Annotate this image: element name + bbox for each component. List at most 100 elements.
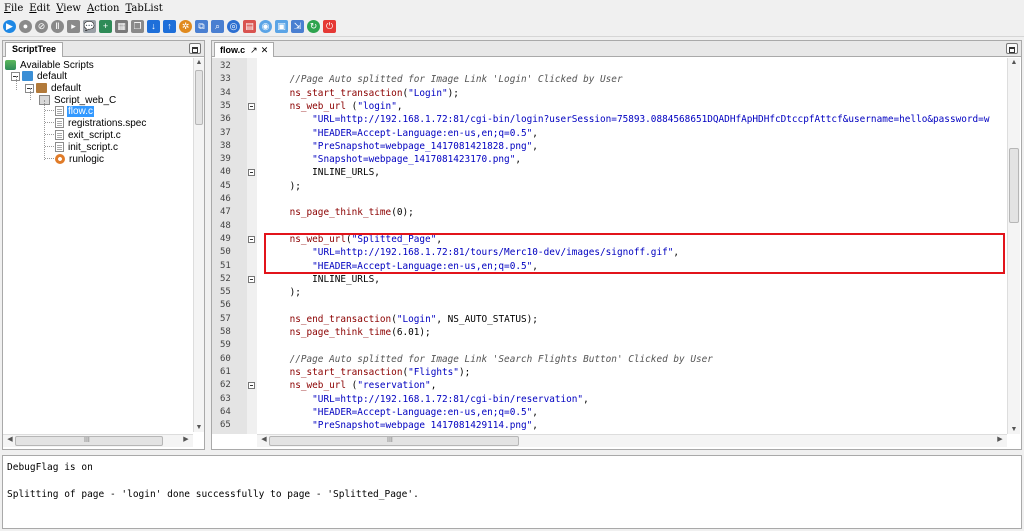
code-line[interactable]: 62 ns_web_url ("reservation", bbox=[212, 379, 1007, 392]
tree-item[interactable]: runlogic bbox=[55, 153, 105, 165]
code-line[interactable]: 33 //Page Auto splitted for Image Link '… bbox=[212, 73, 1007, 86]
code-line[interactable]: 63 "URL=http://192.168.1.72:81/cgi-bin/r… bbox=[212, 393, 1007, 406]
scroll-thumb[interactable] bbox=[195, 70, 203, 125]
line-number: 60 bbox=[220, 353, 231, 364]
scroll-thumb[interactable]: III bbox=[15, 436, 163, 446]
code-line[interactable]: 48 bbox=[212, 220, 1007, 233]
fold-toggle-icon[interactable] bbox=[248, 235, 255, 243]
maximize-panel-button[interactable] bbox=[1006, 43, 1018, 54]
code-line[interactable]: 55 ); bbox=[212, 286, 1007, 299]
code-line[interactable]: 57 ns_end_transaction("Login", NS_AUTO_S… bbox=[212, 313, 1007, 326]
settings-icon[interactable]: ✲ bbox=[179, 20, 192, 33]
scroll-right-arrow-icon[interactable]: ▶ bbox=[995, 435, 1005, 443]
target-icon[interactable]: ◎ bbox=[227, 20, 240, 33]
scroll-left-arrow-icon[interactable]: ◀ bbox=[5, 435, 15, 443]
step-icon[interactable]: ▸ bbox=[67, 20, 80, 33]
export-icon[interactable]: ⇲ bbox=[291, 20, 304, 33]
document-icon[interactable]: ▤ bbox=[243, 20, 256, 33]
menu-edit[interactable]: Edit bbox=[29, 3, 50, 14]
scroll-down-arrow-icon[interactable]: ▼ bbox=[1008, 426, 1020, 433]
code-line[interactable]: 52 INLINE_URLS, bbox=[212, 273, 1007, 286]
grid-icon[interactable]: ▦ bbox=[115, 20, 128, 33]
code-text: INLINE_URLS, bbox=[267, 166, 380, 179]
code-line[interactable]: 35 ns_web_url ("login", bbox=[212, 100, 1007, 113]
disk-icon[interactable]: ▣ bbox=[275, 20, 288, 33]
code-line[interactable]: 36 "URL=http://192.168.1.72:81/cgi-bin/l… bbox=[212, 113, 1007, 126]
add-icon[interactable]: + bbox=[99, 20, 112, 33]
line-number: 61 bbox=[220, 366, 231, 377]
fold-toggle-icon[interactable] bbox=[248, 275, 255, 283]
fold-toggle-icon[interactable] bbox=[248, 169, 255, 177]
minimize-panel-button[interactable] bbox=[189, 43, 201, 54]
editor-horizontal-scrollbar[interactable]: ◀ III ▶ bbox=[257, 434, 1007, 447]
fold-toggle-icon[interactable] bbox=[248, 382, 255, 390]
code-line[interactable]: 45 ); bbox=[212, 180, 1007, 193]
scroll-down-arrow-icon[interactable]: ▼ bbox=[194, 424, 204, 431]
code-line[interactable]: 37 "HEADER=Accept-Language:en-us,en;q=0.… bbox=[212, 127, 1007, 140]
tab-flow-c[interactable]: flow.c ↗ ✕ bbox=[214, 42, 275, 57]
code-text: "PreSnapshot=webpage_1417081421828.png", bbox=[267, 140, 538, 153]
menu-tablist[interactable]: TabList bbox=[125, 3, 162, 14]
move-up-icon[interactable]: ↑ bbox=[163, 20, 176, 33]
tree-item[interactable]: registrations.spec bbox=[55, 117, 147, 129]
code-line[interactable]: 38 "PreSnapshot=webpage_1417081421828.pn… bbox=[212, 140, 1007, 153]
comment-icon[interactable]: 💬 bbox=[83, 20, 96, 33]
menu-view[interactable]: View bbox=[56, 3, 81, 14]
power-icon[interactable]: ⏻ bbox=[323, 20, 336, 33]
scroll-right-arrow-icon[interactable]: ▶ bbox=[181, 435, 191, 443]
code-token: ); bbox=[447, 87, 459, 99]
editor-vertical-scrollbar[interactable]: ▲ ▼ bbox=[1007, 58, 1020, 434]
line-number: 62 bbox=[220, 380, 231, 391]
menu-file[interactable]: File bbox=[4, 3, 23, 14]
pin-icon[interactable]: ↗ bbox=[250, 44, 258, 57]
line-number: 45 bbox=[220, 180, 231, 191]
tree-vertical-scrollbar[interactable]: ▲ ▼ bbox=[193, 58, 204, 432]
code-line[interactable]: 40 INLINE_URLS, bbox=[212, 166, 1007, 179]
tree-item[interactable]: default bbox=[11, 70, 68, 82]
code-line[interactable]: 46 bbox=[212, 193, 1007, 206]
fold-toggle-icon[interactable] bbox=[248, 102, 255, 110]
stop-icon[interactable]: ⊘ bbox=[35, 20, 48, 33]
code-line[interactable]: 47 ns_page_think_time(0); bbox=[212, 206, 1007, 219]
line-number: 38 bbox=[220, 140, 231, 151]
code-line[interactable]: 59 bbox=[212, 339, 1007, 352]
pause-icon[interactable]: Ⅱ bbox=[51, 20, 64, 33]
copy-icon[interactable]: ❐ bbox=[131, 20, 144, 33]
line-number: 39 bbox=[220, 154, 231, 165]
code-line[interactable]: 65 "PreSnapshot=webpage 1417081429114.pn… bbox=[212, 419, 1007, 432]
tree-item[interactable]: exit_script.c bbox=[55, 129, 122, 141]
tree-horizontal-scrollbar[interactable]: ◀ III ▶ bbox=[3, 434, 193, 447]
close-icon[interactable]: ✕ bbox=[261, 44, 269, 57]
tree-item[interactable]: flow.c bbox=[55, 105, 95, 117]
scroll-up-arrow-icon[interactable]: ▲ bbox=[1008, 59, 1020, 66]
code-line[interactable]: 60 //Page Auto splitted for Image Link '… bbox=[212, 353, 1007, 366]
scroll-left-arrow-icon[interactable]: ◀ bbox=[259, 435, 269, 443]
tab-script-tree[interactable]: ScriptTree bbox=[5, 42, 64, 57]
scroll-up-arrow-icon[interactable]: ▲ bbox=[194, 59, 204, 66]
line-number: 55 bbox=[220, 287, 231, 298]
code-line[interactable]: 34 ns_start_transaction("Login"); bbox=[212, 87, 1007, 100]
tree-item[interactable]: default bbox=[25, 82, 82, 94]
menu-action[interactable]: Action bbox=[87, 3, 120, 14]
code-token: ns_page_think_time bbox=[267, 207, 392, 219]
tree-item[interactable]: init_script.c bbox=[55, 141, 119, 153]
search-icon[interactable]: ⌕ bbox=[211, 20, 224, 33]
scroll-thumb[interactable] bbox=[1009, 148, 1019, 223]
run-icon[interactable]: ▶ bbox=[3, 20, 16, 33]
code-line[interactable]: 64 "HEADER=Accept-Language:en-us,en;q=0.… bbox=[212, 406, 1007, 419]
image-split-icon[interactable]: ⧉ bbox=[195, 20, 208, 33]
code-line[interactable]: 56 bbox=[212, 299, 1007, 312]
tree-guide-line bbox=[45, 158, 54, 159]
network-icon[interactable]: ◉ bbox=[259, 20, 272, 33]
code-line[interactable]: 58 ns_page_think_time(6.01); bbox=[212, 326, 1007, 339]
record-icon[interactable]: ● bbox=[19, 20, 32, 33]
code-text: //Page Auto splitted for Image Link 'Log… bbox=[267, 73, 623, 86]
code-line[interactable]: 39 "Snapshot=webpage_1417081423170.png", bbox=[212, 153, 1007, 166]
move-down-icon[interactable]: ↓ bbox=[147, 20, 160, 33]
code-token: INLINE_URLS, bbox=[267, 273, 380, 285]
code-line[interactable]: 32 bbox=[212, 60, 1007, 73]
runlogic-icon bbox=[55, 154, 65, 164]
code-line[interactable]: 61 ns_start_transaction("Flights"); bbox=[212, 366, 1007, 379]
refresh-icon[interactable]: ↻ bbox=[307, 20, 320, 33]
scroll-thumb[interactable]: III bbox=[269, 436, 519, 446]
